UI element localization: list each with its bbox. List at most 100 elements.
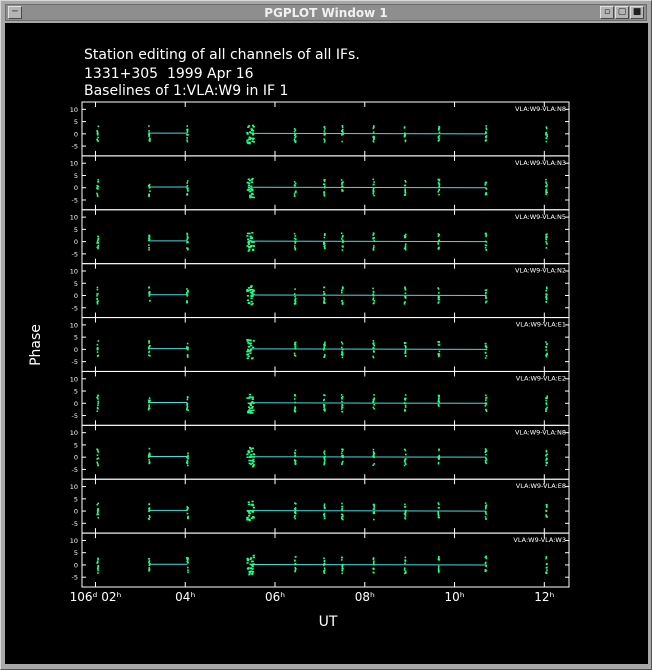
data-point (251, 398, 254, 401)
data-point (148, 287, 150, 289)
data-point (249, 352, 252, 354)
data-point (246, 189, 249, 191)
data-point (294, 297, 297, 300)
data-point (148, 183, 151, 186)
y-tick-label: -5 (72, 574, 78, 582)
data-point (323, 517, 326, 520)
data-point (545, 567, 548, 569)
data-point (372, 567, 375, 570)
data-point (373, 508, 376, 510)
data-point (247, 240, 250, 243)
data-point (405, 397, 407, 400)
data-point (341, 185, 343, 188)
data-point (341, 507, 343, 510)
data-point (323, 503, 326, 506)
data-point (438, 341, 440, 343)
data-point (97, 188, 99, 190)
data-point (340, 179, 343, 181)
data-point (293, 293, 296, 295)
data-point (246, 350, 249, 352)
data-point (403, 194, 406, 196)
data-point (96, 454, 99, 456)
data-point (149, 186, 151, 189)
data-point (545, 238, 548, 241)
data-point (248, 141, 251, 144)
close-icon[interactable]: ■ (630, 6, 644, 19)
data-point (340, 238, 343, 240)
data-point (97, 568, 99, 570)
data-point (323, 347, 325, 350)
data-point (340, 559, 343, 561)
data-point (372, 187, 375, 190)
data-point (149, 562, 151, 565)
data-point (373, 237, 376, 239)
data-point (96, 293, 98, 295)
data-point (484, 561, 487, 564)
data-point (546, 515, 548, 518)
data-point (97, 464, 99, 467)
data-point (294, 191, 297, 194)
data-point (438, 301, 440, 303)
data-point (250, 450, 253, 453)
data-point (404, 515, 407, 517)
data-point (405, 509, 407, 512)
data-point (97, 340, 100, 342)
data-point (293, 237, 296, 240)
data-point (437, 247, 440, 250)
data-point (252, 456, 256, 458)
data-point (148, 193, 150, 196)
data-point (250, 503, 253, 506)
data-point (404, 233, 407, 236)
data-point (438, 193, 440, 196)
y-tick-label: 10 (70, 214, 78, 222)
data-point (246, 453, 249, 456)
data-point (293, 398, 296, 400)
data-point (323, 515, 326, 518)
data-point (373, 403, 375, 406)
minimize-icon[interactable]: ▫ (600, 6, 614, 19)
data-point (97, 140, 100, 142)
data-point (186, 396, 189, 399)
data-point (323, 291, 325, 293)
data-point (341, 140, 343, 143)
data-point (293, 185, 296, 187)
data-point (372, 401, 375, 404)
data-point (341, 356, 344, 359)
x-tick-label: 12ʰ (534, 590, 554, 604)
data-point (373, 518, 375, 521)
data-point (148, 503, 150, 505)
data-point (545, 296, 548, 299)
data-point (187, 348, 189, 351)
data-point (485, 506, 487, 509)
data-point (294, 406, 296, 408)
data-point (186, 184, 189, 187)
data-point (322, 183, 325, 186)
data-point (484, 450, 487, 453)
data-point (341, 398, 343, 400)
data-point (250, 344, 253, 347)
data-point (437, 404, 440, 406)
data-point (249, 194, 252, 197)
panels-group: VLA:W9-VLA:N8 10 5 0 -5 VLA:W9-VLA:N3 10 5 0 -5 VL… (70, 101, 570, 604)
data-point (186, 566, 189, 569)
data-point (247, 241, 250, 244)
y-tick-label: 5 (74, 334, 78, 342)
data-point (437, 510, 440, 513)
maximize-icon[interactable]: ▢ (615, 6, 629, 19)
data-point (294, 568, 297, 570)
title-bar[interactable]: ─ PGPLOT Window 1 ▫ ▢ ■ (5, 4, 647, 21)
data-point (247, 503, 251, 506)
data-point (485, 348, 488, 351)
data-point (373, 394, 375, 396)
data-point (186, 235, 189, 237)
data-point (545, 298, 548, 301)
data-point (340, 353, 343, 356)
data-point (323, 461, 326, 463)
y-tick-label: 0 (74, 130, 78, 138)
data-point (404, 179, 407, 182)
data-point (484, 399, 487, 401)
data-point (484, 289, 487, 292)
data-point (437, 136, 440, 138)
data-point (545, 193, 547, 196)
data-point (341, 124, 344, 127)
